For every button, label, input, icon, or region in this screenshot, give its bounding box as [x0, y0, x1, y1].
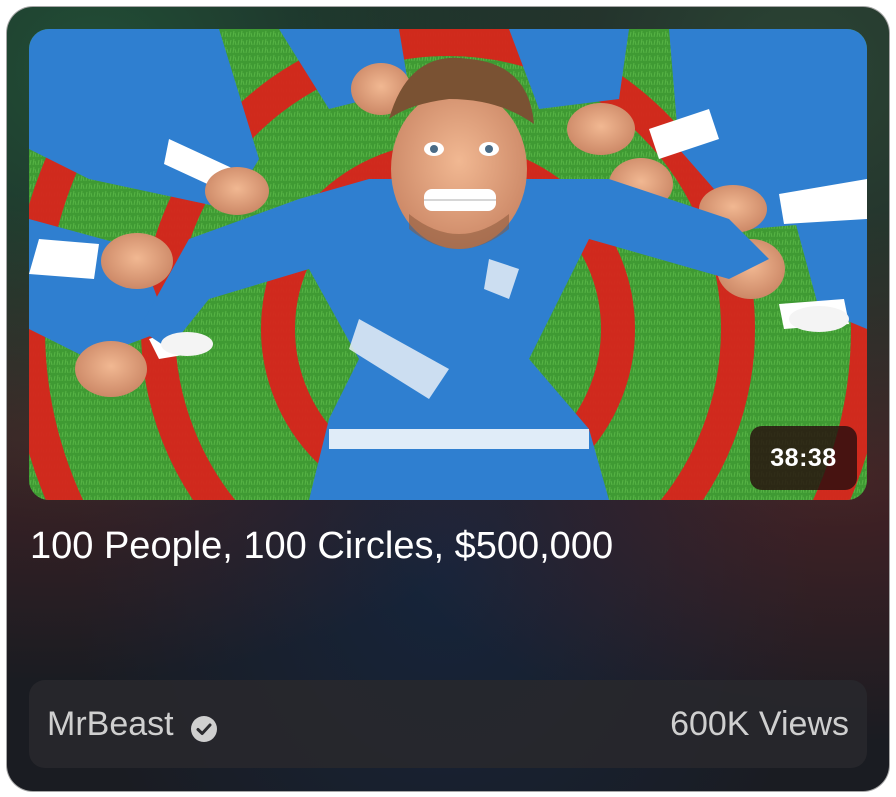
video-thumbnail[interactable]: 38:38: [29, 29, 867, 500]
channel-name[interactable]: MrBeast: [47, 705, 174, 744]
video-title[interactable]: 100 People, 100 Circles, $500,000: [30, 521, 860, 571]
thumbnail-image: [29, 29, 867, 500]
video-card[interactable]: 38:38 100 People, 100 Circles, $500,000 …: [7, 7, 889, 791]
channel-info[interactable]: MrBeast: [47, 680, 218, 768]
duration-badge: 38:38: [750, 426, 857, 490]
view-count: 600K Views: [670, 704, 849, 743]
verified-check-icon: [190, 713, 218, 742]
video-meta-bar: MrBeast 600K Views: [29, 680, 867, 768]
